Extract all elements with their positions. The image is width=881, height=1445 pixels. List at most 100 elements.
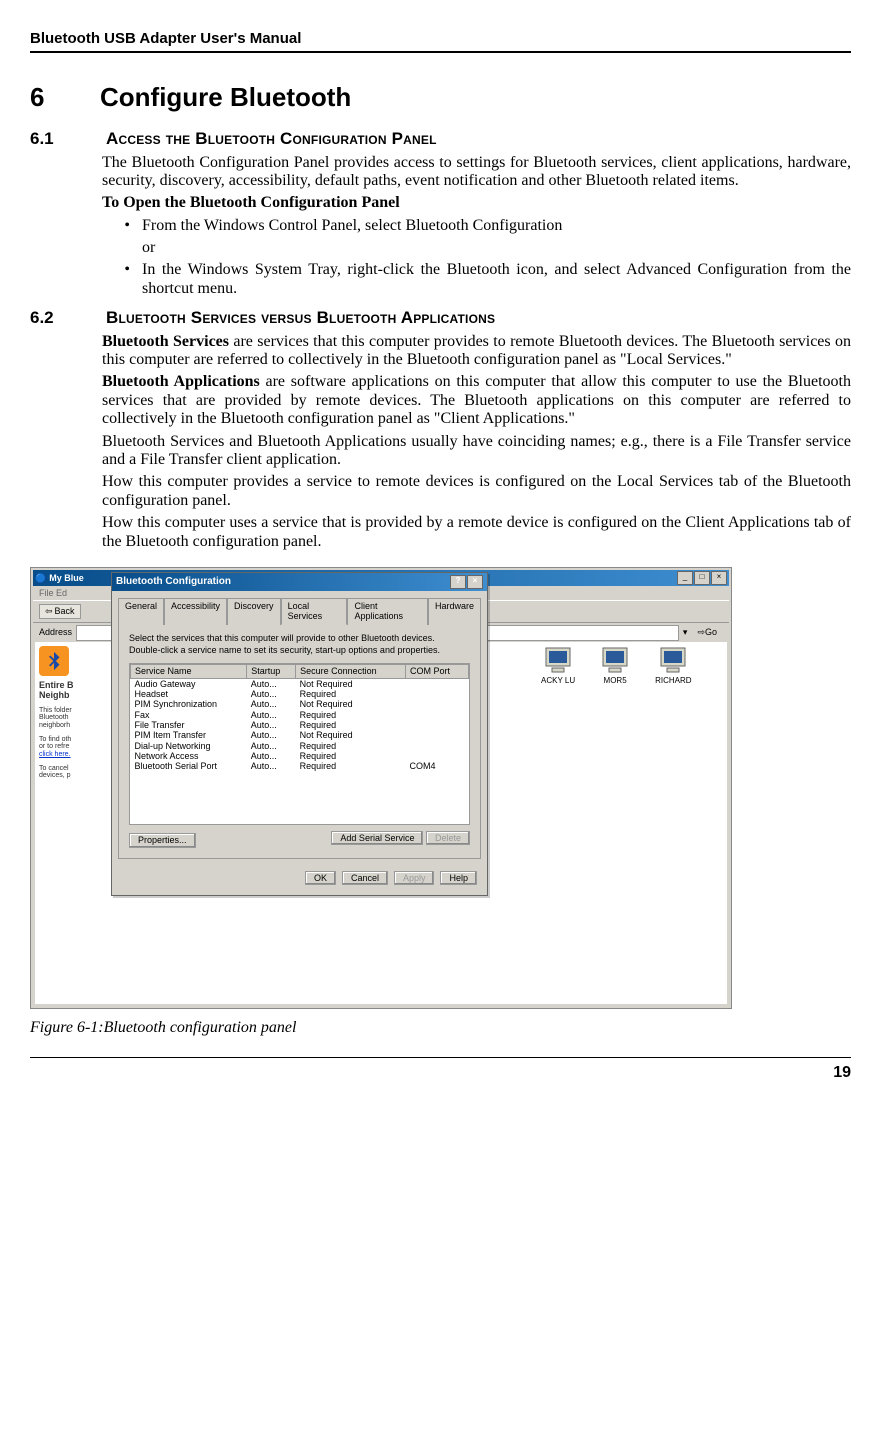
list-item: From the Windows Control Panel, select B… bbox=[142, 217, 851, 235]
text: Bluetooth bbox=[39, 714, 115, 722]
dialog-buttons: OK Cancel Apply Help bbox=[112, 865, 487, 895]
table-cell: Required bbox=[296, 741, 406, 751]
table-cell bbox=[406, 699, 469, 709]
text: or to refre bbox=[39, 743, 115, 751]
close-icon[interactable]: × bbox=[711, 571, 727, 585]
back-button[interactable]: ⇦ Back bbox=[39, 604, 81, 618]
table-row[interactable]: FaxAuto...Required bbox=[131, 710, 469, 720]
sidebar-link[interactable]: click here. bbox=[39, 751, 71, 758]
dialog-titlebar: Bluetooth Configuration ? × bbox=[112, 573, 487, 591]
screenshot: 🔵My Blue _ □ × File Ed ⇦ Back Address ▾ … bbox=[30, 567, 732, 1009]
tab-accessibility[interactable]: Accessibility bbox=[164, 598, 227, 625]
chapter-heading: 6Configure Bluetooth bbox=[30, 83, 851, 113]
paragraph: How this computer provides a service to … bbox=[102, 473, 851, 510]
maximize-icon[interactable]: □ bbox=[694, 571, 710, 585]
table-row[interactable]: Audio GatewayAuto...Not Required bbox=[131, 678, 469, 689]
dialog-title: Bluetooth Configuration bbox=[116, 576, 231, 588]
table-row[interactable]: PIM Item TransferAuto...Not Required bbox=[131, 730, 469, 740]
chapter-number: 6 bbox=[30, 83, 100, 113]
help-icon[interactable]: ? bbox=[450, 575, 466, 589]
column-header[interactable]: COM Port bbox=[406, 665, 469, 678]
minimize-icon[interactable]: _ bbox=[677, 571, 693, 585]
section-number: 6.2 bbox=[30, 308, 102, 328]
column-header[interactable]: Secure Connection bbox=[296, 665, 406, 678]
text: To cancel bbox=[39, 765, 115, 773]
table-row[interactable]: Bluetooth Serial PortAuto...RequiredCOM4 bbox=[131, 761, 469, 771]
sidebar-text: This folder Bluetooth neighborh bbox=[39, 707, 115, 730]
table-cell bbox=[406, 710, 469, 720]
table-cell: Required bbox=[296, 689, 406, 699]
apply-button[interactable]: Apply bbox=[394, 871, 435, 885]
table-cell: Not Required bbox=[296, 699, 406, 709]
device-label: MOR5 bbox=[604, 676, 627, 685]
text: This folder bbox=[39, 707, 115, 715]
table-cell: Headset bbox=[131, 689, 247, 699]
properties-button[interactable]: Properties... bbox=[129, 833, 196, 847]
tab-discovery[interactable]: Discovery bbox=[227, 598, 281, 625]
table-row[interactable]: PIM SynchronizationAuto...Not Required bbox=[131, 699, 469, 709]
section-heading: 6.1 Access the Bluetooth Configuration P… bbox=[30, 129, 851, 149]
or-text: or bbox=[142, 239, 851, 257]
device-label: ACKY LU bbox=[541, 676, 575, 685]
tab-hardware[interactable]: Hardware bbox=[428, 598, 481, 625]
instruction-text: Select the services that this computer w… bbox=[129, 633, 470, 643]
table-row[interactable]: File TransferAuto...Required bbox=[131, 720, 469, 730]
ok-button[interactable]: OK bbox=[305, 871, 336, 885]
table-cell bbox=[406, 741, 469, 751]
tab-client-applications[interactable]: Client Applications bbox=[347, 598, 428, 625]
table-cell: Not Required bbox=[296, 678, 406, 689]
text: devices, p bbox=[39, 772, 115, 780]
computer-icon bbox=[657, 646, 689, 674]
tab-panel: Select the services that this computer w… bbox=[118, 624, 481, 859]
section-title: Access the Bluetooth Configuration Panel bbox=[106, 129, 437, 148]
dropdown-icon[interactable]: ▾ bbox=[683, 627, 688, 637]
add-serial-service-button[interactable]: Add Serial Service bbox=[331, 831, 423, 845]
bluetooth-icon bbox=[39, 646, 69, 676]
table-cell: Network Access bbox=[131, 751, 247, 761]
cancel-button[interactable]: Cancel bbox=[342, 871, 388, 885]
table-cell: Dial-up Networking bbox=[131, 741, 247, 751]
computer-icon bbox=[542, 646, 574, 674]
table-row[interactable]: Network AccessAuto...Required bbox=[131, 751, 469, 761]
sidebar-text: To cancel devices, p bbox=[39, 765, 115, 780]
table-cell bbox=[406, 730, 469, 740]
section-number: 6.1 bbox=[30, 129, 102, 149]
page-number: 19 bbox=[30, 1057, 851, 1082]
term: Bluetooth Services bbox=[102, 333, 229, 350]
delete-button[interactable]: Delete bbox=[426, 831, 470, 845]
table-cell bbox=[406, 751, 469, 761]
table-row[interactable]: HeadsetAuto...Required bbox=[131, 689, 469, 699]
list-item: In the Windows System Tray, right-click … bbox=[142, 261, 851, 298]
close-icon[interactable]: × bbox=[467, 575, 483, 589]
address-label: Address bbox=[39, 627, 72, 637]
term: Bluetooth Applications bbox=[102, 373, 260, 390]
table-cell: Not Required bbox=[296, 730, 406, 740]
table-cell: Auto... bbox=[247, 751, 296, 761]
table-cell: Audio Gateway bbox=[131, 678, 247, 689]
device-item[interactable]: MOR5 bbox=[599, 646, 631, 685]
instruction-text: Double-click a service name to set its s… bbox=[129, 645, 470, 655]
paragraph: The Bluetooth Configuration Panel provid… bbox=[102, 154, 851, 191]
device-item[interactable]: RICHARD bbox=[655, 646, 691, 685]
sidebar-title: Entire B bbox=[39, 680, 115, 690]
tab-local-services[interactable]: Local Services bbox=[281, 598, 348, 625]
services-table[interactable]: Service Name Startup Secure Connection C… bbox=[129, 663, 470, 825]
sidebar: Entire B Neighb This folder Bluetooth ne… bbox=[35, 642, 120, 1004]
tab-general[interactable]: General bbox=[118, 598, 164, 625]
device-item[interactable]: ACKY LU bbox=[541, 646, 575, 685]
column-header[interactable]: Startup bbox=[247, 665, 296, 678]
table-cell: Required bbox=[296, 761, 406, 771]
table-cell bbox=[406, 689, 469, 699]
table-cell: Required bbox=[296, 751, 406, 761]
table-row[interactable]: Dial-up NetworkingAuto...Required bbox=[131, 741, 469, 751]
text: neighborh bbox=[39, 722, 115, 730]
table-cell: Required bbox=[296, 710, 406, 720]
go-label: Go bbox=[705, 627, 717, 637]
column-header[interactable]: Service Name bbox=[131, 665, 247, 678]
table-cell bbox=[406, 678, 469, 689]
help-button[interactable]: Help bbox=[440, 871, 477, 885]
table-cell: COM4 bbox=[406, 761, 469, 771]
window-icon: 🔵 bbox=[35, 573, 46, 583]
go-button[interactable]: ⇨Go bbox=[691, 627, 723, 637]
table-cell bbox=[406, 720, 469, 730]
